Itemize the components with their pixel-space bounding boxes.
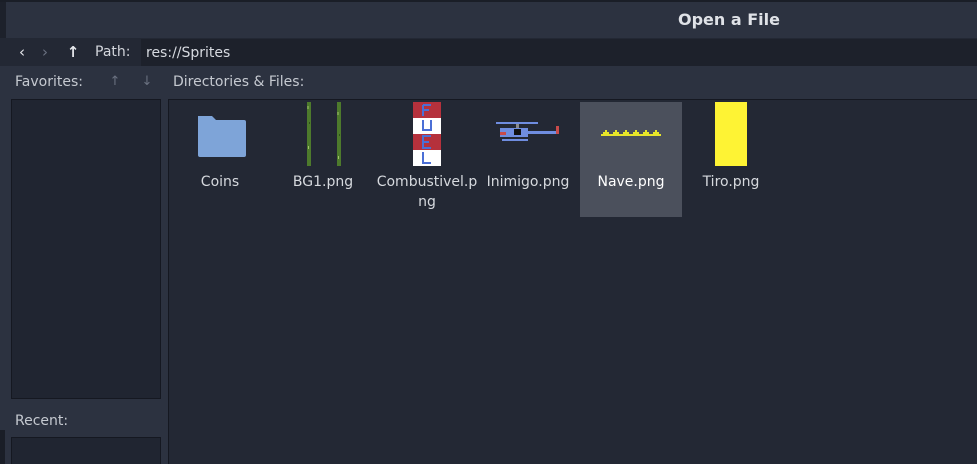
file-name: BG1.png — [292, 174, 354, 190]
file-item-bg1[interactable]: BG1.png — [272, 102, 374, 217]
favorites-list[interactable] — [11, 99, 161, 399]
path-label: Path: — [95, 44, 131, 60]
path-input[interactable] — [141, 39, 977, 66]
file-name: Tiro.png — [702, 174, 760, 190]
file-name: Nave.png — [597, 174, 665, 190]
helicopter-sprite-thumbnail — [496, 122, 559, 141]
shot-sprite-thumbnail — [715, 102, 747, 166]
favorite-move-up-icon[interactable]: ↑ — [107, 74, 123, 90]
recent-list[interactable] — [11, 437, 161, 464]
forward-icon[interactable]: › — [37, 44, 53, 60]
file-item-combustivel[interactable]: Combustivel.png — [376, 102, 478, 217]
title-bar-edge — [0, 2, 6, 38]
go-up-icon[interactable]: ↑ — [65, 44, 81, 60]
panel-edge — [0, 430, 5, 464]
bg-sprite-thumbnail — [307, 102, 341, 166]
favorite-move-down-icon[interactable]: ↓ — [139, 74, 155, 90]
dialog-title: Open a File — [678, 10, 780, 29]
back-icon[interactable]: ‹ — [14, 44, 30, 60]
file-item-coins[interactable]: Coins — [169, 102, 271, 217]
title-bar — [0, 2, 977, 38]
directories-files-label: Directories & Files: — [173, 74, 305, 90]
file-name: Coins — [200, 174, 240, 190]
file-item-tiro[interactable]: Tiro.png — [680, 102, 782, 217]
favorites-label: Favorites: — [15, 74, 83, 90]
recent-label: Recent: — [15, 413, 69, 429]
file-item-inimigo[interactable]: Inimigo.png — [477, 102, 579, 217]
file-name: Combustivel.png — [376, 174, 478, 210]
fuel-sprite-thumbnail — [413, 102, 441, 166]
folder-icon — [198, 116, 246, 157]
ship-sprite-thumbnail — [601, 130, 661, 136]
file-item-nave[interactable]: Nave.png — [580, 102, 682, 217]
file-name: Inimigo.png — [486, 174, 570, 190]
